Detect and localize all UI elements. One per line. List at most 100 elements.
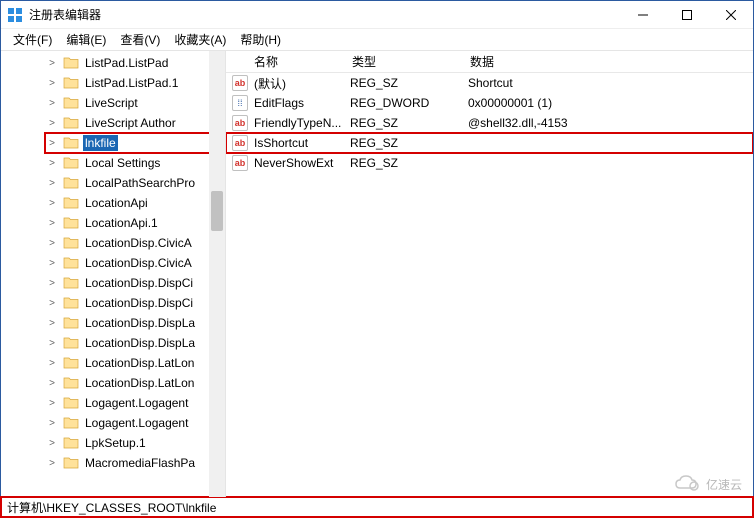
value-name: EditFlags	[254, 94, 350, 112]
value-data: Shortcut	[468, 74, 753, 92]
menu-favorites[interactable]: 收藏夹(A)	[168, 29, 232, 50]
tree-item[interactable]: >Logagent.Logagent	[45, 393, 225, 413]
expand-icon[interactable]: >	[45, 238, 59, 249]
tree-item-label: LpkSetup.1	[83, 435, 148, 451]
tree-item[interactable]: >ListPad.ListPad	[45, 53, 225, 73]
folder-icon	[63, 175, 79, 191]
value-row[interactable]: ab(默认)REG_SZShortcut	[226, 73, 753, 93]
tree-item[interactable]: >LocationApi.1	[45, 213, 225, 233]
list-body[interactable]: ab(默认)REG_SZShortcut⁞⁞EditFlagsREG_DWORD…	[226, 73, 753, 497]
string-value-icon: ab	[232, 155, 248, 171]
expand-icon[interactable]: >	[45, 158, 59, 169]
maximize-button[interactable]	[665, 1, 709, 29]
tree-item[interactable]: >LocationDisp.LatLon	[45, 353, 225, 373]
folder-icon	[63, 295, 79, 311]
col-name[interactable]: 名称	[226, 51, 344, 73]
value-data: 0x00000001 (1)	[468, 94, 753, 112]
tree-item[interactable]: > Local Settings	[45, 153, 225, 173]
folder-icon	[63, 375, 79, 391]
expand-icon[interactable]: >	[45, 358, 59, 369]
expand-icon[interactable]: >	[45, 58, 59, 69]
expand-icon[interactable]: >	[45, 338, 59, 349]
expand-icon[interactable]: >	[45, 378, 59, 389]
titlebar[interactable]: 注册表编辑器	[1, 1, 753, 29]
value-name: FriendlyTypeN...	[254, 114, 350, 132]
col-type[interactable]: 类型	[344, 51, 462, 73]
expand-icon[interactable]: >	[45, 298, 59, 309]
tree-item-label: LocalPathSearchPro	[83, 175, 197, 191]
tree-item[interactable]: >Logagent.Logagent	[45, 413, 225, 433]
tree-item-label: LocationDisp.DispCi	[83, 275, 195, 291]
list-header: 名称 类型 数据	[226, 51, 753, 73]
value-name: (默认)	[254, 73, 350, 94]
registry-editor-window: 注册表编辑器 文件(F) 编辑(E) 查看(V) 收藏夹(A) 帮助(H) >L…	[0, 0, 754, 518]
tree-pane[interactable]: >ListPad.ListPad>ListPad.ListPad.1>LiveS…	[1, 51, 226, 497]
expand-icon[interactable]: >	[45, 418, 59, 429]
tree-item-label: LocationApi	[83, 195, 150, 211]
expand-icon[interactable]: >	[45, 398, 59, 409]
tree-item-label: MacromediaFlashPa	[83, 455, 197, 471]
tree-item[interactable]: > LpkSetup.1	[45, 433, 225, 453]
tree-item-label: ListPad.ListPad.1	[83, 75, 180, 91]
expand-icon[interactable]: >	[45, 198, 59, 209]
tree-scrollbar[interactable]	[209, 51, 225, 497]
menu-help[interactable]: 帮助(H)	[234, 29, 287, 50]
tree-item[interactable]: > LocalPathSearchPro	[45, 173, 225, 193]
string-value-icon: ab	[232, 115, 248, 131]
folder-icon	[63, 275, 79, 291]
tree-item[interactable]: >LocationDisp.DispLa	[45, 313, 225, 333]
expand-icon[interactable]: >	[45, 278, 59, 289]
tree-item-label: LocationDisp.LatLon	[83, 375, 196, 391]
tree-item[interactable]: > LocationDisp.DispCi	[45, 273, 225, 293]
value-row[interactable]: ⁞⁞ EditFlagsREG_DWORD0x00000001 (1)	[226, 93, 753, 113]
folder-icon	[63, 255, 79, 271]
menu-edit[interactable]: 编辑(E)	[60, 29, 112, 50]
folder-icon	[63, 335, 79, 351]
tree-item[interactable]: > LocationDisp.CivicA	[45, 253, 225, 273]
value-type: REG_SZ	[350, 134, 468, 152]
value-data: @shell32.dll,-4153	[468, 114, 753, 132]
close-button[interactable]	[709, 1, 753, 29]
expand-icon[interactable]: >	[45, 458, 59, 469]
tree-item[interactable]: >lnkfile	[45, 133, 225, 153]
expand-icon[interactable]: >	[45, 138, 59, 149]
tree-item[interactable]: > LiveScript Author	[45, 113, 225, 133]
tree-item-label: LocationDisp.CivicA	[83, 255, 194, 271]
tree-item[interactable]: >LocationDisp.CivicA	[45, 233, 225, 253]
binary-value-icon: ⁞⁞	[232, 95, 248, 111]
value-type: REG_DWORD	[350, 94, 468, 112]
expand-icon[interactable]: >	[45, 218, 59, 229]
tree-item[interactable]: > LocationDisp.LatLon	[45, 373, 225, 393]
expand-icon[interactable]: >	[45, 98, 59, 109]
app-icon	[7, 7, 23, 23]
expand-icon[interactable]: >	[45, 118, 59, 129]
value-row[interactable]: ab IsShortcutREG_SZ	[226, 133, 753, 153]
folder-icon	[63, 135, 79, 151]
tree-item[interactable]: > LocationApi	[45, 193, 225, 213]
scrollbar-thumb[interactable]	[211, 191, 223, 231]
folder-icon	[63, 195, 79, 211]
folder-icon	[63, 415, 79, 431]
tree-item-label: Local Settings	[83, 155, 162, 171]
menu-file[interactable]: 文件(F)	[7, 29, 58, 50]
tree-item[interactable]: >LocationDisp.DispLa	[45, 333, 225, 353]
expand-icon[interactable]: >	[45, 258, 59, 269]
menu-view[interactable]: 查看(V)	[114, 29, 166, 50]
expand-icon[interactable]: >	[45, 318, 59, 329]
expand-icon[interactable]: >	[45, 438, 59, 449]
statusbar: 计算机\HKEY_CLASSES_ROOT\lnkfile	[1, 497, 753, 517]
value-name: IsShortcut	[254, 134, 350, 152]
col-data[interactable]: 数据	[462, 51, 753, 73]
tree-item-label: LiveScript Author	[83, 115, 178, 131]
string-value-icon: ab	[232, 135, 248, 151]
tree-item[interactable]: >LiveScript	[45, 93, 225, 113]
value-row[interactable]: abFriendlyTypeN...REG_SZ@shell32.dll,-41…	[226, 113, 753, 133]
expand-icon[interactable]: >	[45, 178, 59, 189]
tree-item[interactable]: > MacromediaFlashPa	[45, 453, 225, 473]
expand-icon[interactable]: >	[45, 78, 59, 89]
minimize-button[interactable]	[621, 1, 665, 29]
tree-item[interactable]: > ListPad.ListPad.1	[45, 73, 225, 93]
value-row[interactable]: abNeverShowExtREG_SZ	[226, 153, 753, 173]
tree-item[interactable]: >LocationDisp.DispCi	[45, 293, 225, 313]
folder-icon	[63, 215, 79, 231]
